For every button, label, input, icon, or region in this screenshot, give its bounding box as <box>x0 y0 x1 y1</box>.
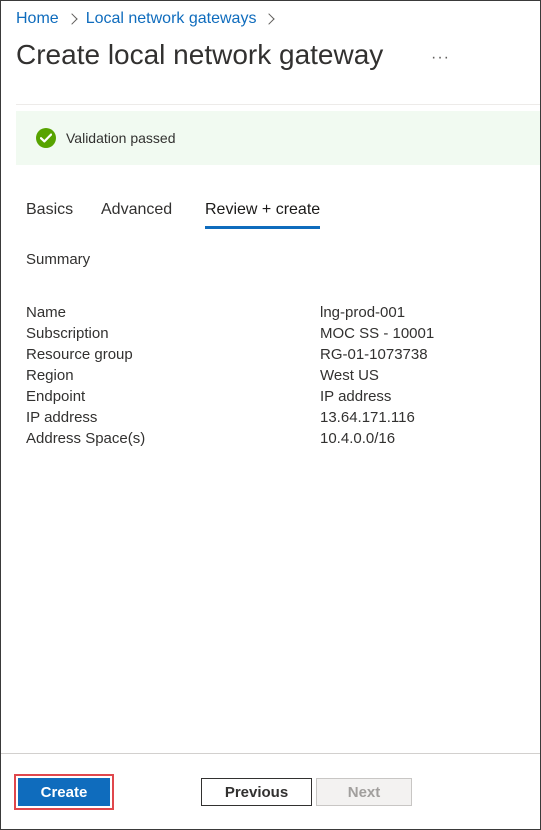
next-button[interactable]: Next <box>316 778 412 806</box>
summary-value: RG-01-1073738 <box>320 346 428 363</box>
header-divider <box>16 104 540 105</box>
summary-value: lng-prod-001 <box>320 304 406 321</box>
summary-key: Endpoint <box>26 388 86 405</box>
summary-value: MOC SS - 10001 <box>320 325 435 342</box>
tab-label: Review + create <box>205 201 321 218</box>
tab-review-create[interactable]: Review + create <box>205 201 321 229</box>
summary-row-region: Region West US <box>26 365 526 386</box>
chevron-right-icon <box>66 13 78 25</box>
more-options-icon[interactable]: ··· <box>431 49 450 67</box>
summary-row-subscription: Subscription MOC SS - 10001 <box>26 323 526 344</box>
summary-row-ip-address: IP address 13.64.171.116 <box>26 407 526 428</box>
summary-row-name: Name lng-prod-001 <box>26 302 526 323</box>
summary-value: West US <box>320 367 379 384</box>
tab-label: Basics <box>26 201 74 218</box>
summary-value: 10.4.0.0/16 <box>320 430 396 447</box>
summary-heading: Summary <box>26 251 91 268</box>
create-lng-blade: Home Local network gateways Create local… <box>0 0 541 830</box>
summary-row-endpoint: Endpoint IP address <box>26 386 526 407</box>
summary-list: Name lng-prod-001 Subscription MOC SS - … <box>26 302 526 449</box>
summary-key: Subscription <box>26 325 109 342</box>
summary-value: 13.64.171.116 <box>320 409 415 426</box>
summary-key: IP address <box>26 409 98 426</box>
tab-label: Advanced <box>101 201 173 218</box>
tab-advanced[interactable]: Advanced <box>101 201 172 227</box>
breadcrumb-home[interactable]: Home <box>16 10 59 28</box>
tab-basics[interactable]: Basics <box>26 201 73 227</box>
summary-key: Address Space(s) <box>26 430 146 447</box>
summary-value: IP address <box>320 388 392 405</box>
create-button[interactable]: Create <box>18 778 110 806</box>
previous-button[interactable]: Previous <box>201 778 312 806</box>
chevron-right-icon <box>263 13 276 25</box>
summary-row-resource-group: Resource group RG-01-1073738 <box>26 344 526 365</box>
validation-banner: Validation passed <box>16 111 540 165</box>
page-title: Create local network gateway <box>16 39 384 70</box>
summary-key: Name <box>26 304 67 321</box>
footer-divider <box>1 753 540 754</box>
breadcrumb-local-network-gateways[interactable]: Local network gateways <box>86 10 257 28</box>
summary-key: Region <box>26 367 74 384</box>
breadcrumb: Home Local network gateways <box>16 9 283 29</box>
summary-key: Resource group <box>26 346 133 363</box>
summary-row-address-space: Address Space(s) 10.4.0.0/16 <box>26 428 526 449</box>
validation-message: Validation passed <box>66 130 176 146</box>
active-tab-indicator <box>205 226 321 229</box>
checkmark-circle-icon <box>36 128 56 148</box>
